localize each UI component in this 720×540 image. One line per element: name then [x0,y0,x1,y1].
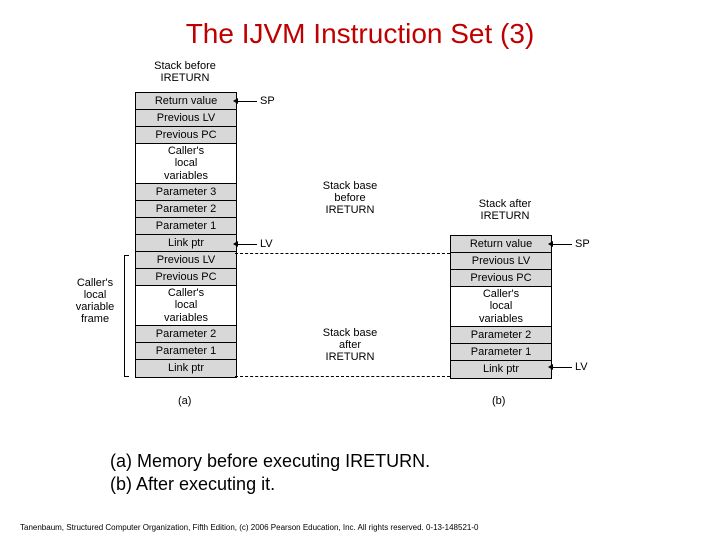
cell-return-value: Return value [136,93,236,110]
cell-param2-2: Parameter 2 [136,326,236,343]
label-sp-b: SP [575,238,590,250]
arrow-sp-b [552,244,572,245]
arrow-sp-a [237,101,257,102]
label-lv-a-mid: LV [260,238,273,250]
label-stack-base-after: Stack base after IRETURN [310,327,390,363]
cell-return-value-b: Return value [451,236,551,253]
figure-area: Stack before IRETURN Return value Previo… [60,65,660,435]
figlabel-b: (b) [492,395,505,407]
caption: (a) Memory before executing IRETURN. (b)… [110,450,430,497]
caption-a: (a) Memory before executing IRETURN. [110,450,430,473]
cell-link-ptr-2: Link ptr [136,360,236,377]
cell-prev-pc-2: Previous PC [136,269,236,286]
caption-b: (b) After executing it. [110,473,430,496]
label-lv-b: LV [575,361,588,373]
figlabel-a: (a) [178,395,191,407]
footer: Tanenbaum, Structured Computer Organizat… [20,523,478,532]
cell-param3: Parameter 3 [136,184,236,201]
cell-prev-lv-b: Previous LV [451,253,551,270]
stack-b: Return value Previous LV Previous PC Cal… [450,235,552,379]
label-stack-before: Stack before IRETURN [140,60,230,84]
label-sp-a: SP [260,95,275,107]
cell-link-ptr: Link ptr [136,235,236,252]
arrow-lv-a-mid [237,244,257,245]
cell-callers-locals: Caller's local variables [136,144,236,184]
cell-param1-b: Parameter 1 [451,344,551,361]
cell-prev-pc-b: Previous PC [451,270,551,287]
cell-param2-b: Parameter 2 [451,327,551,344]
cell-callers-locals-b: Caller's local variables [451,287,551,327]
cell-param2: Parameter 2 [136,201,236,218]
dash-bottom [235,376,450,377]
dash-mid [235,253,450,254]
cell-prev-lv-2: Previous LV [136,252,236,269]
arrow-lv-b [552,367,572,368]
cell-param1-2: Parameter 1 [136,343,236,360]
label-stack-base-before: Stack base before IRETURN [310,180,390,216]
cell-prev-pc: Previous PC [136,127,236,144]
brace-a [124,255,129,377]
label-callers-frame: Caller's local variable frame [70,277,120,325]
cell-callers-locals-2: Caller's local variables [136,286,236,326]
cell-prev-lv: Previous LV [136,110,236,127]
cell-link-ptr-b: Link ptr [451,361,551,378]
cell-param1: Parameter 1 [136,218,236,235]
page-title: The IJVM Instruction Set (3) [0,0,720,50]
stack-a: Return value Previous LV Previous PC Cal… [135,92,237,378]
label-stack-after: Stack after IRETURN [460,198,550,222]
